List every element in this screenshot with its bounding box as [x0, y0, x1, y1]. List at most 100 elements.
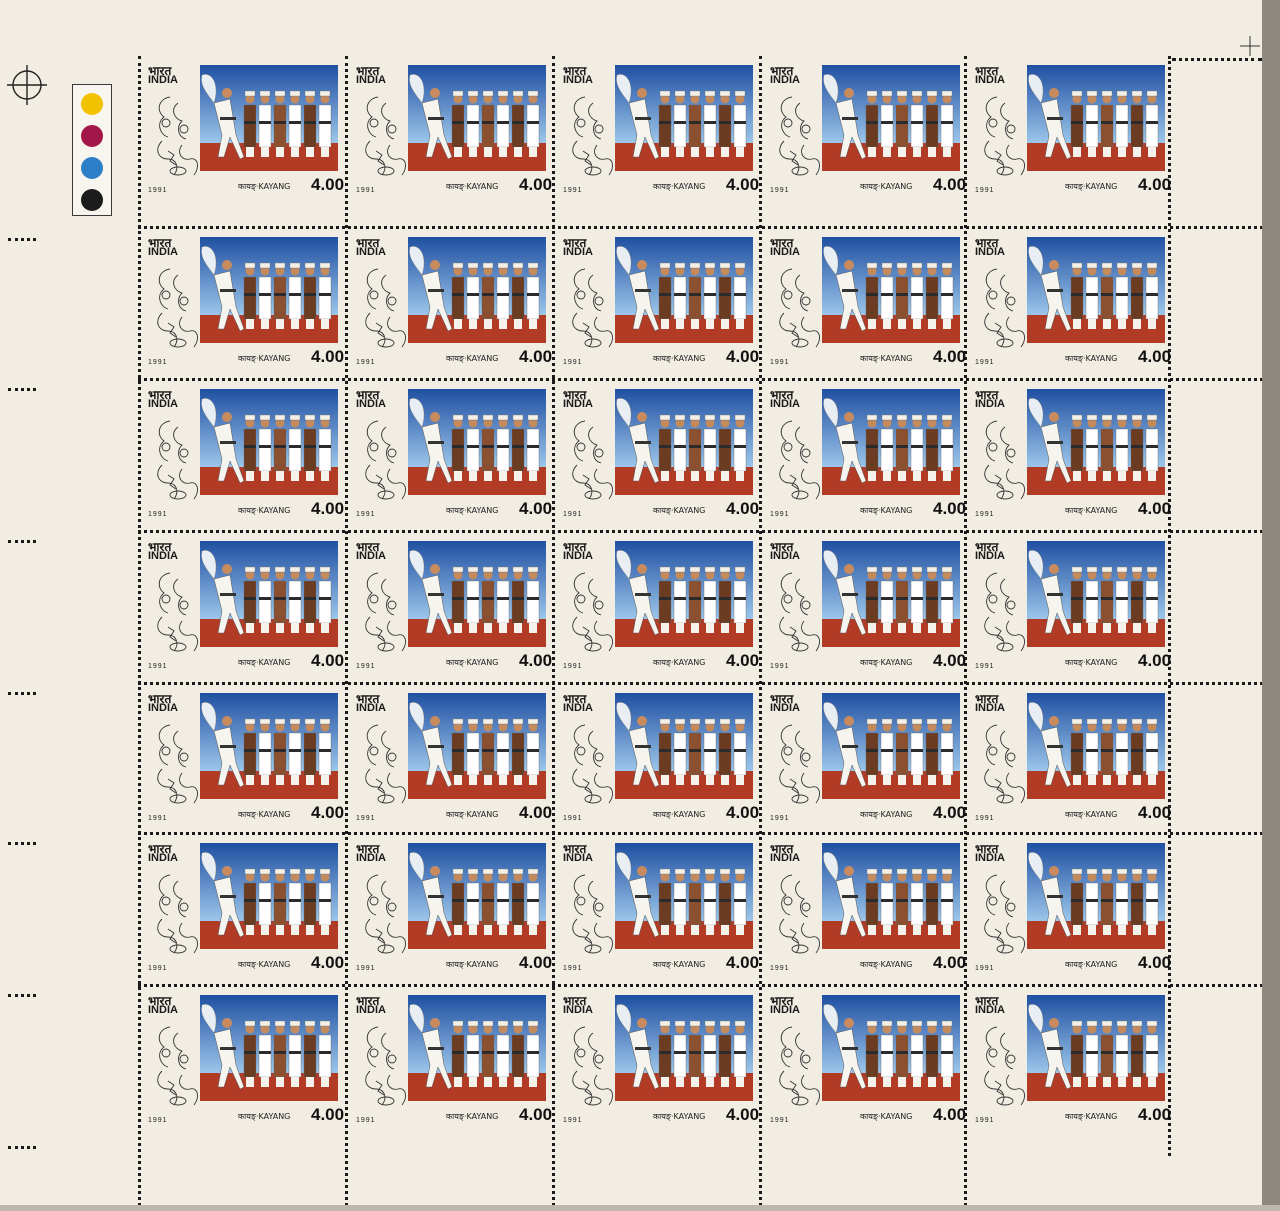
stamp: भारत INDIA 1991 कायङ्·KAYANG 4.00 — [139, 835, 345, 987]
issue-year: 1991 — [563, 1117, 583, 1124]
issue-year: 1991 — [975, 511, 995, 518]
denomination: 4.00 — [726, 499, 760, 518]
issue-year: 1991 — [356, 1117, 376, 1124]
country-name: INDIA — [563, 702, 593, 714]
stamp-caption: कायङ्·KAYANG — [238, 182, 291, 191]
dancer-sketch-icon — [779, 572, 820, 652]
color-register-box — [72, 84, 112, 216]
stamp-caption: कायङ्·KAYANG — [446, 354, 499, 363]
stamp: भारत INDIA 1991 कायङ्·KAYANG 4.00 — [966, 835, 1172, 987]
issue-year: 1991 — [770, 187, 790, 194]
country-name: INDIA — [356, 1004, 386, 1016]
dancers-illustration — [615, 843, 753, 949]
dancers-illustration — [822, 389, 960, 495]
perforation-line — [8, 238, 36, 241]
country-name: INDIA — [770, 1004, 800, 1016]
perforation-line — [1172, 58, 1262, 61]
dancers-illustration — [822, 65, 960, 171]
stamp: भारत INDIA 1991 कायङ्·KAYANG 4.00 — [347, 381, 553, 533]
country-name: INDIA — [148, 398, 178, 410]
country-name: INDIA — [563, 852, 593, 864]
denomination: 4.00 — [1138, 175, 1172, 194]
stamp: भारत INDIA 1991 कायङ्·KAYANG 4.00 — [966, 533, 1172, 685]
dancer-sketch-icon — [572, 96, 613, 176]
denomination: 4.00 — [933, 953, 967, 972]
dancer-sketch-icon — [984, 268, 1025, 348]
issue-year: 1991 — [975, 187, 995, 194]
stamp-caption: कायङ्·KAYANG — [653, 354, 706, 363]
dancers-illustration — [822, 693, 960, 799]
denomination: 4.00 — [1138, 1105, 1172, 1124]
country-name: INDIA — [356, 246, 386, 258]
stamp: भारत INDIA 1991 कायङ्·KAYANG 4.00 — [554, 381, 760, 533]
stamp: भारत INDIA 1991 कायङ्·KAYANG 4.00 — [966, 229, 1172, 381]
dancer-sketch-icon — [984, 1026, 1025, 1106]
registration-mark-icon — [7, 65, 47, 105]
stamp-caption: कायङ्·KAYANG — [860, 810, 913, 819]
country-name: INDIA — [975, 1004, 1005, 1016]
denomination: 4.00 — [519, 347, 553, 366]
stamp-caption: कायङ्·KAYANG — [1065, 354, 1118, 363]
stamp-caption: कायङ्·KAYANG — [1065, 1112, 1118, 1121]
stamp-caption: कायङ्·KAYANG — [653, 1112, 706, 1121]
perforation-line — [8, 540, 36, 543]
country-name: INDIA — [563, 1004, 593, 1016]
stamp-caption: कायङ्·KAYANG — [238, 658, 291, 667]
dancers-illustration — [200, 541, 338, 647]
denomination: 4.00 — [519, 175, 553, 194]
dancers-illustration — [408, 541, 546, 647]
dancers-illustration — [822, 995, 960, 1101]
country-name: INDIA — [148, 550, 178, 562]
country-name: INDIA — [356, 702, 386, 714]
issue-year: 1991 — [356, 511, 376, 518]
dancers-illustration — [200, 389, 338, 495]
dancers-illustration — [1027, 843, 1165, 949]
issue-year: 1991 — [148, 187, 168, 194]
denomination: 4.00 — [311, 1105, 345, 1124]
issue-year: 1991 — [148, 511, 168, 518]
issue-year: 1991 — [563, 663, 583, 670]
perforation-line — [8, 692, 36, 695]
country-name: INDIA — [563, 246, 593, 258]
stamp: भारत INDIA 1991 कायङ्·KAYANG 4.00 — [761, 381, 967, 533]
issue-year: 1991 — [975, 1117, 995, 1124]
dancers-illustration — [1027, 693, 1165, 799]
denomination: 4.00 — [311, 803, 345, 822]
dancer-sketch-icon — [365, 96, 406, 176]
dancer-sketch-icon — [157, 268, 198, 348]
dancer-sketch-icon — [157, 420, 198, 500]
country-name: INDIA — [563, 550, 593, 562]
denomination: 4.00 — [933, 347, 967, 366]
denomination: 4.00 — [311, 175, 345, 194]
issue-year: 1991 — [770, 965, 790, 972]
issue-year: 1991 — [148, 359, 168, 366]
denomination: 4.00 — [311, 953, 345, 972]
dancer-sketch-icon — [157, 572, 198, 652]
issue-year: 1991 — [148, 663, 168, 670]
denomination: 4.00 — [311, 499, 345, 518]
denomination: 4.00 — [1138, 953, 1172, 972]
stamp: भारत INDIA 1991 कायङ्·KAYANG 4.00 — [554, 835, 760, 987]
issue-year: 1991 — [975, 965, 995, 972]
denomination: 4.00 — [933, 651, 967, 670]
stamp: भारत INDIA 1991 कायङ्·KAYANG 4.00 — [139, 987, 345, 1139]
dancer-sketch-icon — [365, 874, 406, 954]
issue-year: 1991 — [148, 1117, 168, 1124]
country-name: INDIA — [975, 74, 1005, 86]
dancers-illustration — [1027, 237, 1165, 343]
country-name: INDIA — [975, 550, 1005, 562]
stamp-caption: कायङ्·KAYANG — [238, 1112, 291, 1121]
stamp: भारत INDIA 1991 कायङ्·KAYANG 4.00 — [347, 57, 553, 209]
stamp-caption: कायङ्·KAYANG — [1065, 506, 1118, 515]
denomination: 4.00 — [933, 499, 967, 518]
issue-year: 1991 — [975, 359, 995, 366]
dancer-sketch-icon — [157, 874, 198, 954]
country-name: INDIA — [148, 852, 178, 864]
dancers-illustration — [615, 237, 753, 343]
stamp: भारत INDIA 1991 कायङ्·KAYANG 4.00 — [554, 685, 760, 837]
stamp: भारत INDIA 1991 कायङ्·KAYANG 4.00 — [554, 533, 760, 685]
stamp-caption: कायङ्·KAYANG — [860, 354, 913, 363]
dancers-illustration — [822, 541, 960, 647]
issue-year: 1991 — [563, 511, 583, 518]
perforation-line — [8, 994, 36, 997]
